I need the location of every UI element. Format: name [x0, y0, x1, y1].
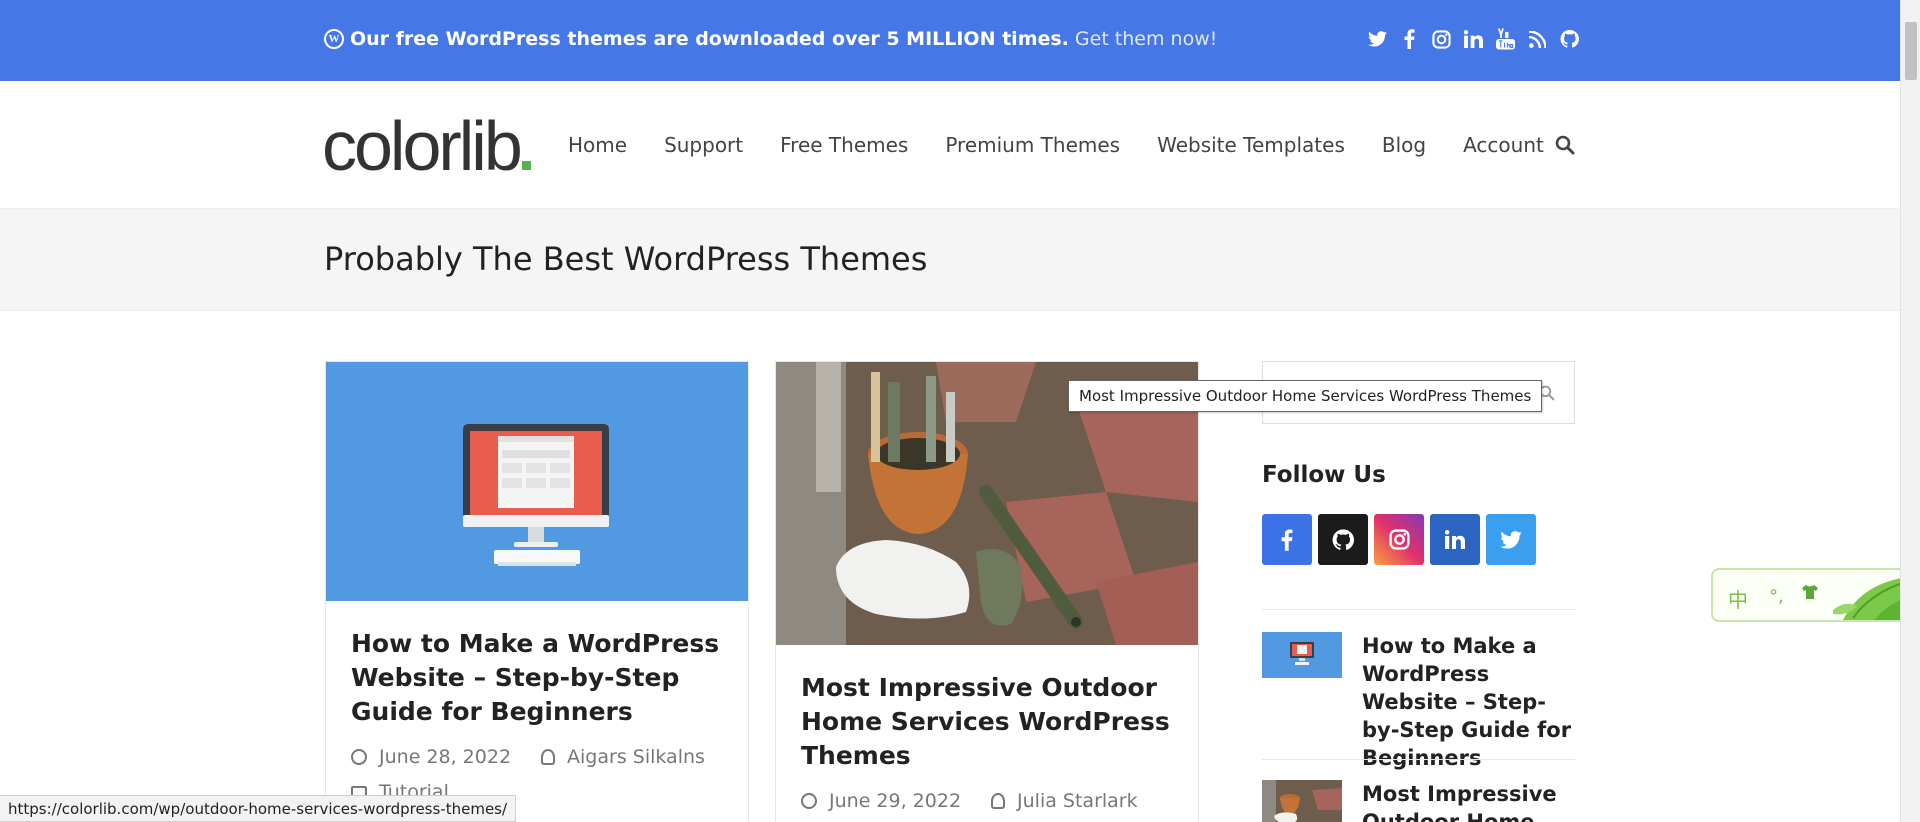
post-author[interactable]: Julia Starlark [1017, 790, 1138, 812]
instagram-icon[interactable] [1432, 28, 1451, 50]
instagram-icon[interactable] [1374, 514, 1424, 565]
user-icon [991, 793, 1006, 809]
follow-us-icons [1262, 514, 1536, 565]
recent-post-thumbnail[interactable] [1262, 780, 1342, 822]
ime-language-label[interactable]: 中 [1728, 584, 1748, 613]
logo-text: colorlib [322, 107, 523, 185]
page-title-band: Probably The Best WordPress Themes [0, 209, 1900, 311]
facebook-icon[interactable] [1400, 28, 1419, 50]
post-meta: June 28, 2022 Aigars Silkalns [351, 746, 705, 768]
ime-toolbar[interactable]: 中 °, [1711, 568, 1917, 622]
nav-free-themes[interactable]: Free Themes [780, 133, 908, 157]
link-status-bar: https://colorlib.com/wp/outdoor-home-ser… [0, 795, 517, 822]
recent-post-title[interactable]: Most Impressive Outdoor Home [1362, 780, 1572, 822]
post-thumbnail[interactable] [326, 362, 748, 601]
sidebar-divider [1262, 759, 1575, 760]
nav-premium-themes[interactable]: Premium Themes [945, 133, 1120, 157]
rss-icon[interactable] [1528, 28, 1547, 50]
promo-text: Our free WordPress themes are downloaded… [350, 28, 1069, 50]
recent-post-title[interactable]: How to Make a WordPress Website – Step-b… [1362, 632, 1572, 772]
page-title: Probably The Best WordPress Themes [324, 240, 928, 278]
page-scrollbar[interactable] [1900, 0, 1920, 822]
wordpress-icon: W [324, 29, 344, 49]
recent-post-item: How to Make a WordPress Website – Step-b… [1262, 632, 1575, 770]
github-icon[interactable] [1318, 514, 1368, 565]
youtube-icon[interactable] [1496, 28, 1515, 50]
post-meta: June 29, 2022 Julia Starlark [801, 790, 1138, 812]
colorlib-logo[interactable]: colorlib [322, 111, 531, 181]
sidebar-divider [1262, 609, 1575, 610]
link-tooltip: Most Impressive Outdoor Home Services Wo… [1068, 380, 1543, 412]
logo-dot [521, 161, 531, 170]
promo-link[interactable]: Get them now! [1075, 28, 1217, 50]
post-card: Most Impressive Outdoor Home Services Wo… [775, 361, 1199, 822]
twitter-icon[interactable] [1368, 28, 1387, 50]
scrollbar-thumb[interactable] [1905, 22, 1917, 80]
recent-post-item: Most Impressive Outdoor Home [1262, 780, 1575, 822]
post-title[interactable]: Most Impressive Outdoor Home Services Wo… [801, 671, 1181, 773]
ime-skin-icon[interactable] [1801, 584, 1819, 605]
user-icon [541, 749, 556, 765]
post-title[interactable]: How to Make a WordPress Website – Step-b… [351, 627, 731, 729]
follow-us-heading: Follow Us [1262, 462, 1386, 488]
linkedin-icon[interactable] [1430, 514, 1480, 565]
post-date: June 29, 2022 [829, 790, 962, 812]
twitter-icon[interactable] [1486, 514, 1536, 565]
post-card: How to Make a WordPress Website – Step-b… [325, 361, 749, 822]
site-header: colorlib Home Support Free Themes Premiu… [0, 81, 1900, 209]
nav-home[interactable]: Home [568, 133, 627, 157]
ime-punctuation-icon[interactable]: °, [1769, 586, 1784, 607]
main-nav: Home Support Free Themes Premium Themes … [568, 133, 1544, 157]
recent-post-thumbnail[interactable] [1262, 632, 1342, 678]
nav-blog[interactable]: Blog [1382, 133, 1426, 157]
github-icon[interactable] [1560, 28, 1579, 50]
nav-account[interactable]: Account [1463, 133, 1544, 157]
post-date: June 28, 2022 [379, 746, 512, 768]
post-author[interactable]: Aigars Silkalns [567, 746, 705, 768]
nav-website-templates[interactable]: Website Templates [1157, 133, 1345, 157]
nav-support[interactable]: Support [664, 133, 743, 157]
facebook-icon[interactable] [1262, 514, 1312, 565]
promo-message: W Our free WordPress themes are download… [324, 28, 1217, 50]
linkedin-icon[interactable] [1464, 28, 1483, 50]
clock-icon [801, 793, 817, 809]
search-icon[interactable] [1555, 135, 1575, 155]
banner-social-links [1368, 28, 1579, 50]
clock-icon [351, 749, 367, 765]
promo-banner: W Our free WordPress themes are download… [0, 0, 1900, 81]
